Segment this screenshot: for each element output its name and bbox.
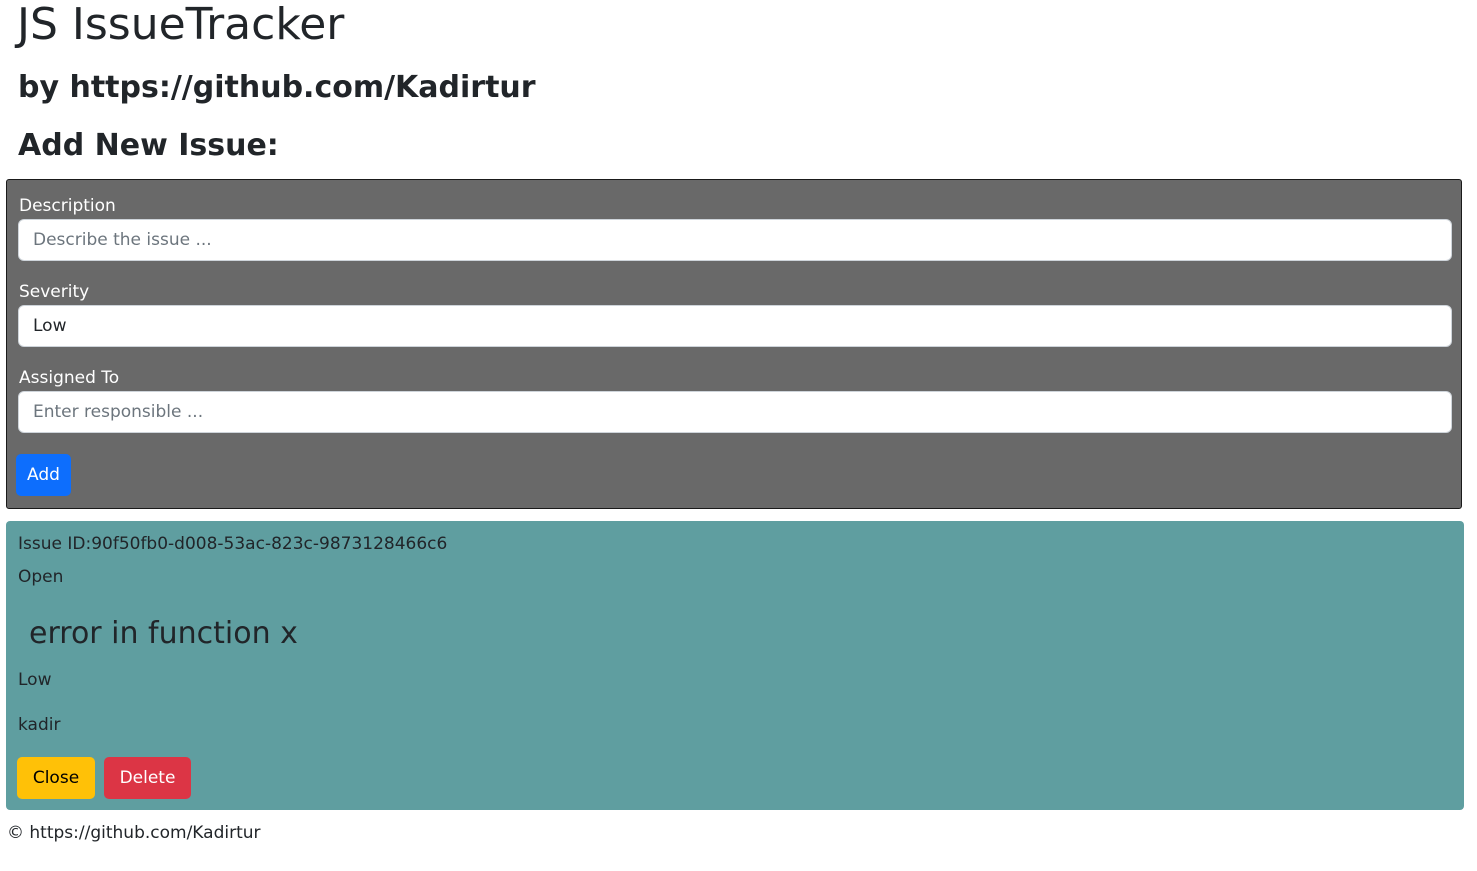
issue-id: Issue ID:90f50fb0-d008-53ac-823c-9873128… — [18, 534, 448, 554]
page: JS IssueTracker by https://github.com/Ka… — [0, 0, 1477, 871]
add-issue-form: Description Severity Low Assigned To Add — [6, 179, 1462, 509]
severity-label: Severity — [19, 282, 90, 302]
issue-status: Open — [18, 567, 64, 587]
description-label: Description — [19, 196, 116, 216]
severity-selected-value: Low — [33, 316, 67, 336]
add-button[interactable]: Add — [16, 454, 71, 496]
description-input[interactable] — [18, 219, 1452, 261]
issue-description: error in function x — [29, 616, 298, 651]
delete-issue-button[interactable]: Delete — [104, 757, 191, 799]
footer-copyright: © https://github.com/Kadirtur — [7, 823, 261, 843]
issue-card: Issue ID:90f50fb0-d008-53ac-823c-9873128… — [6, 521, 1464, 810]
byline: by https://github.com/Kadirtur — [18, 70, 536, 105]
severity-select[interactable]: Low — [18, 305, 1452, 347]
issue-severity: Low — [18, 670, 52, 690]
app-title: JS IssueTracker — [17, 0, 345, 50]
assigned-to-input[interactable] — [18, 391, 1452, 433]
close-issue-button[interactable]: Close — [17, 757, 95, 799]
issue-assignee: kadir — [18, 715, 61, 735]
assigned-to-label: Assigned To — [19, 368, 120, 388]
add-issue-heading: Add New Issue: — [18, 128, 279, 163]
